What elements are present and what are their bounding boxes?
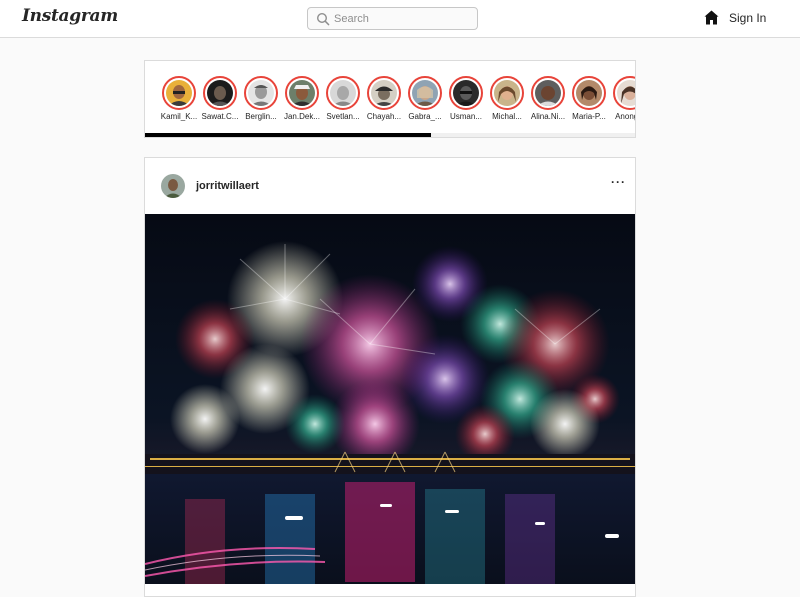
- story-username: Maria-P...: [572, 112, 606, 121]
- avatar: [453, 80, 479, 106]
- avatar: [412, 80, 438, 106]
- story-ring: [490, 76, 524, 110]
- story-item[interactable]: Chayah...: [363, 76, 405, 121]
- avatar: [494, 80, 520, 106]
- story-username: Michal...: [492, 112, 522, 121]
- avatar: [371, 80, 397, 106]
- top-navigation-bar: Instagram Sign In: [0, 0, 800, 38]
- search-input[interactable]: [334, 10, 474, 27]
- story-username: Gabra_...: [408, 112, 442, 121]
- avatar: [330, 80, 356, 106]
- post-image[interactable]: [145, 214, 635, 584]
- story-username: Svetlan...: [326, 112, 360, 121]
- home-icon[interactable]: [703, 9, 720, 26]
- story-item[interactable]: Michal...: [486, 76, 528, 121]
- search-icon: [316, 12, 330, 26]
- story-item[interactable]: Maria-P...: [568, 76, 610, 121]
- avatar: [207, 80, 233, 106]
- post-author-avatar[interactable]: [161, 174, 185, 198]
- story-ring: [613, 76, 635, 110]
- story-ring: [162, 76, 196, 110]
- feed-post: jorritwillaert ···: [144, 157, 636, 597]
- search-box[interactable]: [307, 7, 478, 30]
- avatar: [248, 80, 274, 106]
- story-ring: [531, 76, 565, 110]
- avatar: [617, 80, 635, 106]
- story-item[interactable]: Sawat.C...: [199, 76, 241, 121]
- story-item[interactable]: Jan.Dek...: [281, 76, 323, 121]
- story-username: Kamil_K...: [160, 112, 198, 121]
- story-ring: [408, 76, 442, 110]
- story-ring: [244, 76, 278, 110]
- sign-in-link[interactable]: Sign In: [729, 11, 766, 25]
- stories-scrollbar-thumb[interactable]: [145, 133, 431, 137]
- story-item[interactable]: Anong...: [609, 76, 635, 121]
- avatar: [166, 80, 192, 106]
- story-ring: [367, 76, 401, 110]
- story-ring: [285, 76, 319, 110]
- story-item[interactable]: Berglin...: [240, 76, 282, 121]
- story-ring: [326, 76, 360, 110]
- more-options-icon[interactable]: ···: [611, 175, 626, 189]
- story-item[interactable]: Kamil_K...: [158, 76, 200, 121]
- stories-scrollbar[interactable]: [145, 133, 635, 137]
- story-item[interactable]: Svetlan...: [322, 76, 364, 121]
- story-username: Anong...: [615, 112, 635, 121]
- avatar: [289, 80, 315, 106]
- story-ring: [572, 76, 606, 110]
- story-username: Alina.Ni...: [530, 112, 566, 121]
- story-username: Sawat.C...: [201, 112, 239, 121]
- post-username[interactable]: jorritwillaert: [196, 180, 259, 192]
- story-item[interactable]: Gabra_...: [404, 76, 446, 121]
- story-username: Usman...: [449, 112, 482, 121]
- story-item[interactable]: Usman...: [445, 76, 487, 121]
- instagram-logo[interactable]: Instagram: [22, 6, 118, 26]
- story-ring: [203, 76, 237, 110]
- stories-tray: Kamil_K... Sawat.C... Berglin... Jan.Dek…: [144, 60, 636, 138]
- story-username: Berglin...: [245, 112, 277, 121]
- story-ring: [449, 76, 483, 110]
- story-username: Chayah...: [366, 112, 402, 121]
- story-item[interactable]: Alina.Ni...: [527, 76, 569, 121]
- story-username: Jan.Dek...: [283, 112, 320, 121]
- avatar: [535, 80, 561, 106]
- avatar: [576, 80, 602, 106]
